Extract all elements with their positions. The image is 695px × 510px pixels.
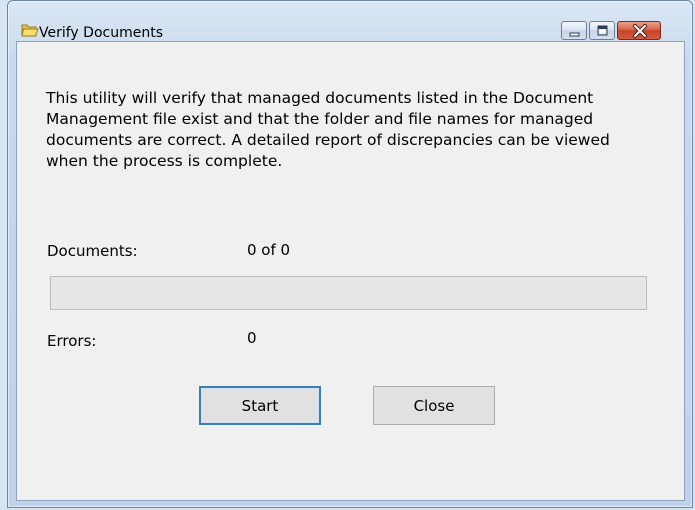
- start-button[interactable]: Start: [199, 386, 321, 425]
- minimize-icon: [569, 32, 580, 37]
- description-text: This utility will verify that managed do…: [46, 89, 610, 170]
- documents-count: 0 of 0: [247, 241, 291, 259]
- errors-count: 0: [247, 329, 257, 347]
- dialog-body: This utility will verify that managed do…: [16, 41, 685, 501]
- documents-label: Documents:: [47, 242, 138, 260]
- errors-label: Errors:: [47, 332, 97, 350]
- close-button[interactable]: Close: [373, 386, 495, 425]
- folder-icon: [21, 22, 39, 37]
- progress-bar: [50, 276, 647, 310]
- maximize-icon: [597, 25, 608, 36]
- maximize-button[interactable]: [589, 21, 615, 40]
- close-icon: [633, 24, 647, 38]
- verify-documents-window: Verify Documents This utility will verif…: [7, 0, 693, 508]
- minimize-button[interactable]: [561, 21, 587, 40]
- window-title: Verify Documents: [39, 25, 163, 41]
- title-bar[interactable]: Verify Documents: [8, 1, 692, 41]
- close-window-button[interactable]: [617, 21, 661, 40]
